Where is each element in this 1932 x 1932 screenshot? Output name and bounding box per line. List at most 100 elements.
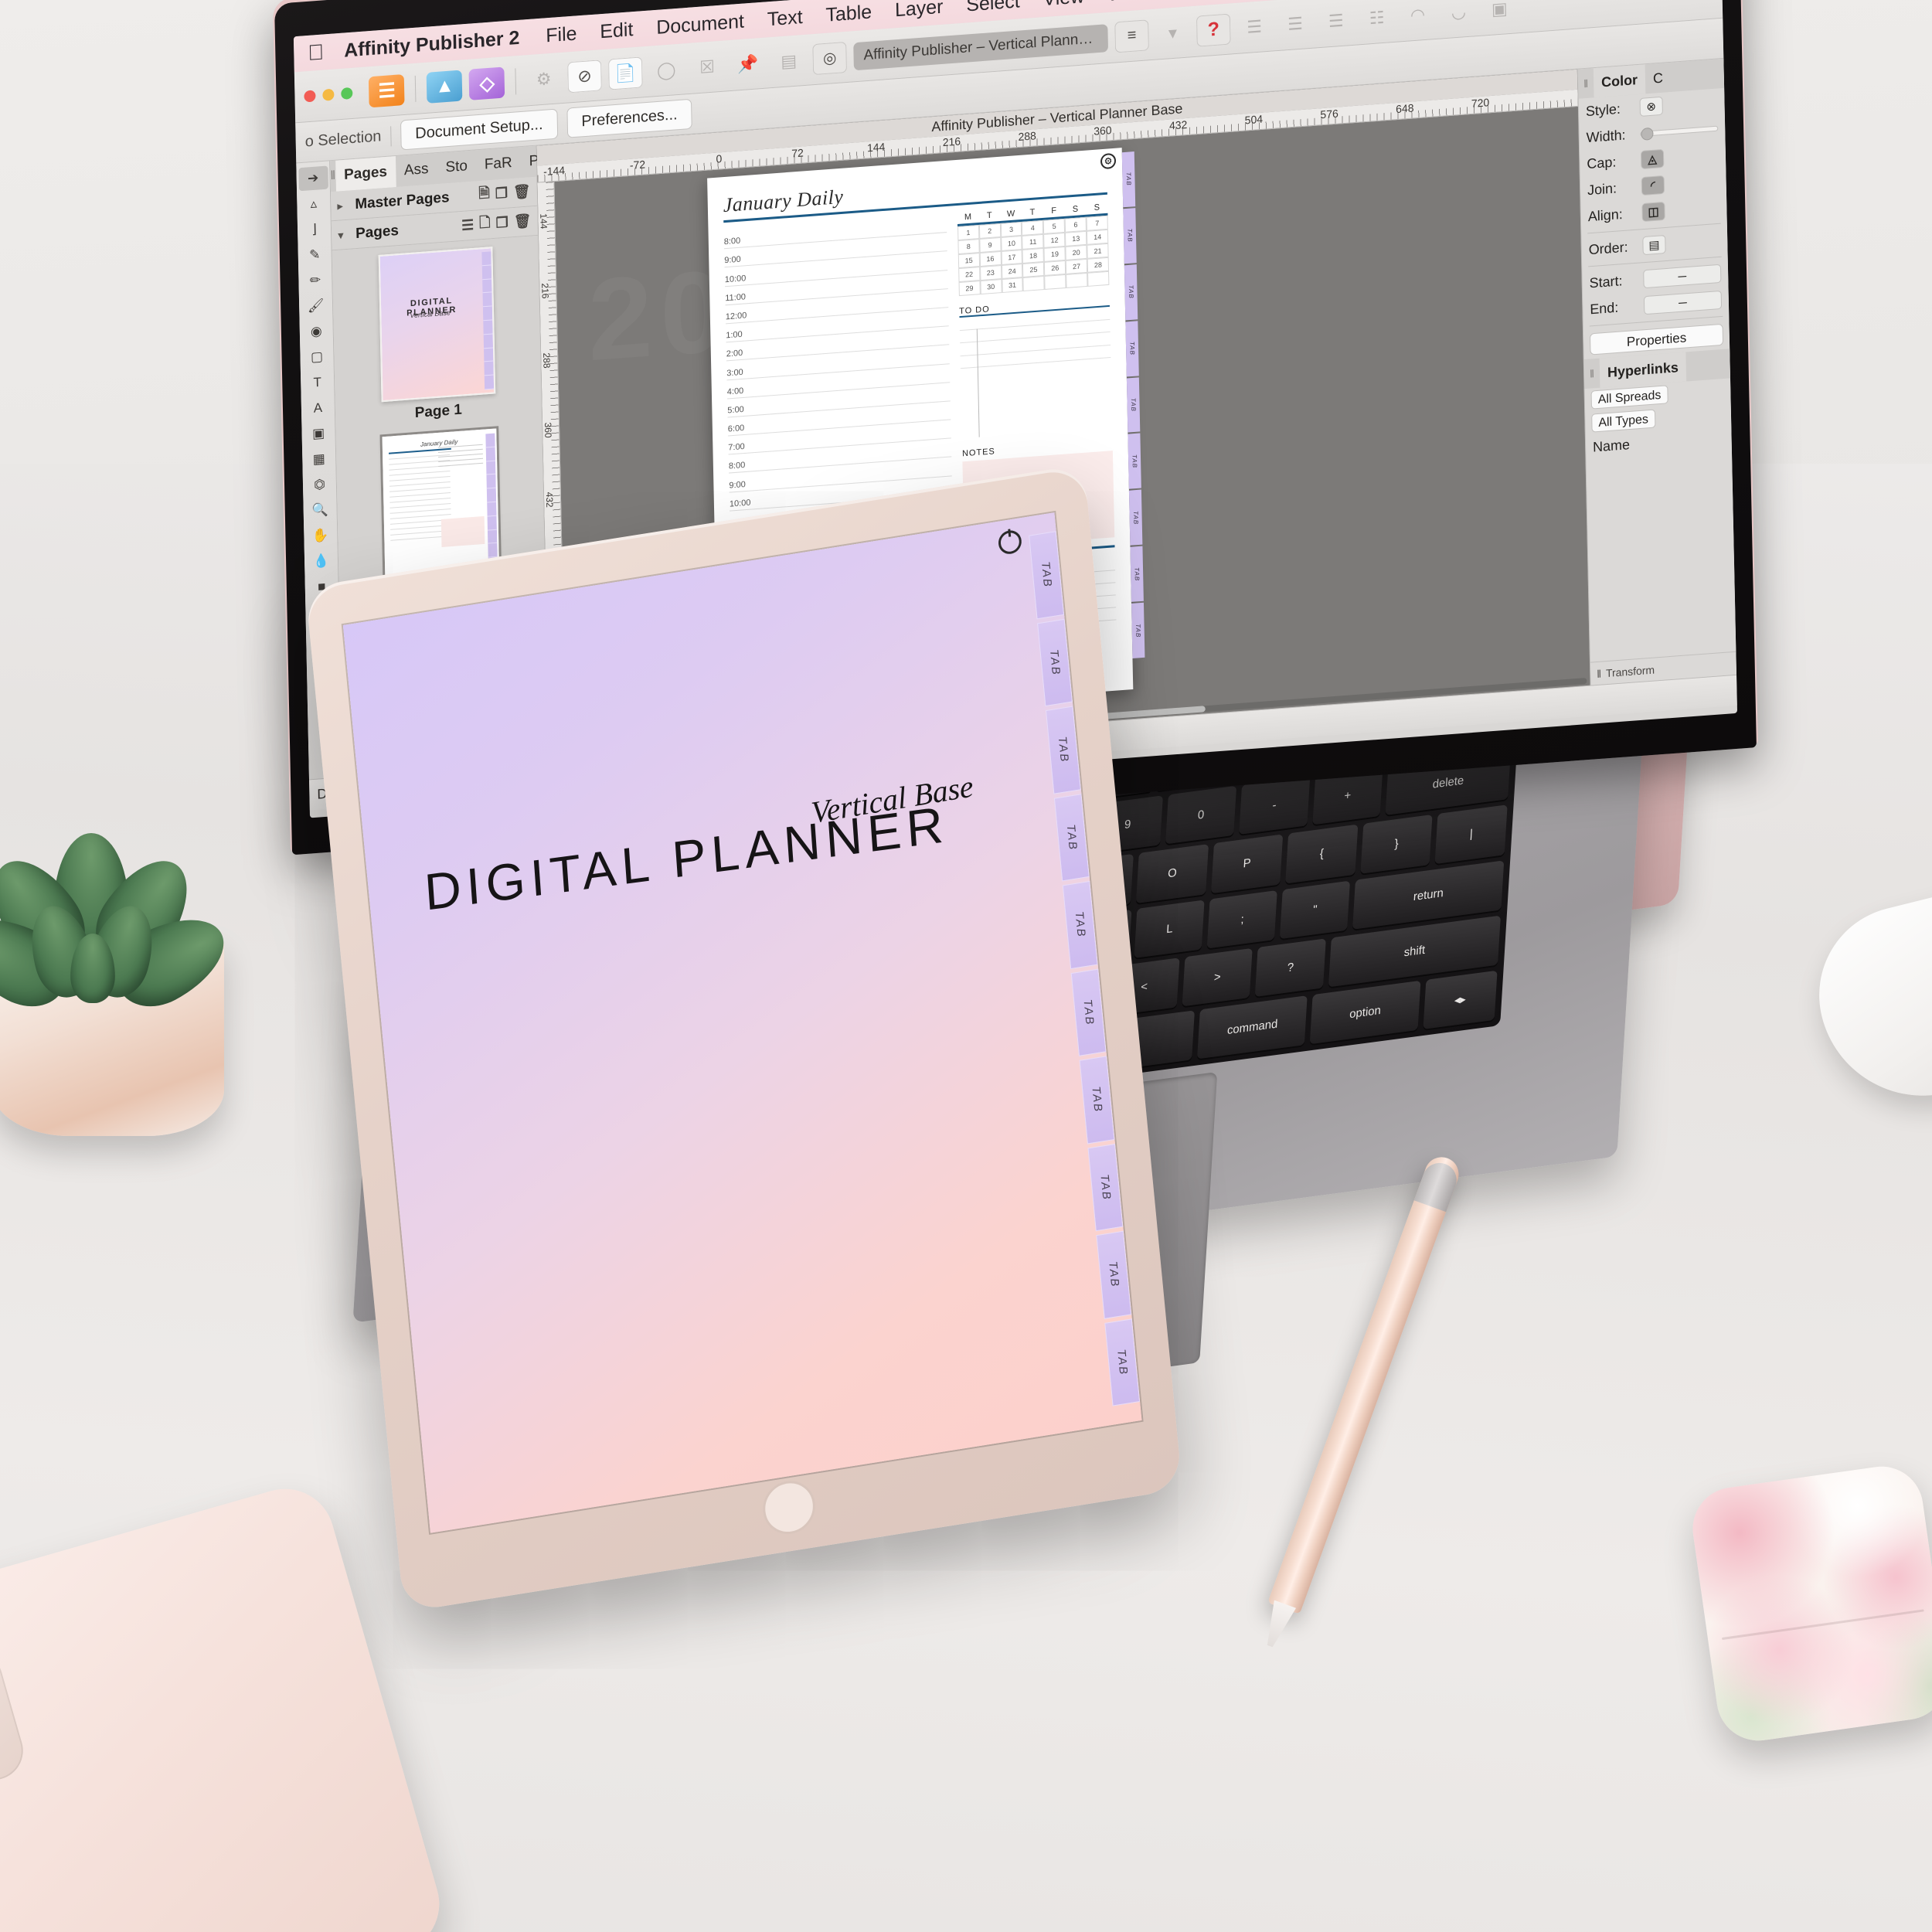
side-tab[interactable]: TAB — [1125, 320, 1139, 377]
ellipse-icon[interactable]: ◯ — [649, 53, 684, 87]
menu-view[interactable]: View — [1043, 0, 1084, 11]
node-tool[interactable]: ▵ — [299, 192, 329, 217]
ipad-tab[interactable]: TAB — [1087, 1143, 1124, 1232]
key-command-right[interactable]: command — [1197, 995, 1308, 1060]
picture-frame-tool[interactable]: ▣ — [304, 421, 334, 447]
menu-window[interactable]: Window — [1107, 0, 1176, 6]
ipad-tab[interactable]: TAB — [1053, 793, 1090, 882]
filter-all-spreads[interactable]: All Spreads — [1590, 385, 1668, 410]
stroke-order-icon[interactable]: ▤ — [1642, 234, 1666, 256]
side-tab[interactable]: TAB — [1130, 546, 1144, 602]
zoom-tool[interactable]: 🔍 — [305, 498, 335, 523]
tab-find-replace[interactable]: FaR — [475, 147, 521, 181]
corner-tool[interactable]: ⌋ — [299, 217, 329, 243]
tab-c[interactable]: C — [1645, 63, 1672, 94]
key-p[interactable]: P — [1210, 834, 1284, 893]
gear-icon[interactable]: ⚙ — [526, 63, 561, 96]
butt-cap-icon[interactable]: ◬ — [1640, 148, 1665, 170]
menu-edit[interactable]: Edit — [600, 19, 634, 43]
tab-color[interactable]: Color — [1593, 64, 1646, 98]
color-picker-tool[interactable]: 💧 — [306, 549, 336, 574]
page-1-thumbnail[interactable]: DIGITAL PLANNER Vertical Base — [378, 247, 495, 403]
width-slider[interactable] — [1640, 125, 1719, 141]
side-tab[interactable]: TAB — [1128, 489, 1143, 546]
right-panel-stack[interactable]: ‖ Color C Style: ⊗ Width: Cap: ◬ Join: ◜… — [1577, 58, 1737, 685]
shape-tool[interactable]: ▢ — [302, 345, 332, 370]
fill-tool[interactable]: ◉ — [301, 319, 332, 345]
menu-layer[interactable]: Layer — [895, 0, 944, 22]
line-end-icon[interactable]: ─ — [1643, 290, 1723, 315]
move-tool[interactable]: ➔ — [298, 165, 328, 192]
pencil-tool[interactable]: ✏ — [301, 268, 331, 294]
key-backslash[interactable]: | — [1434, 804, 1508, 864]
x-box-icon[interactable]: ☒ — [690, 50, 725, 83]
key-0[interactable]: 0 — [1165, 785, 1237, 845]
no-style-icon[interactable]: ⊘ — [567, 59, 602, 93]
minimize-window-button[interactable] — [322, 88, 335, 101]
ipad-tab[interactable]: TAB — [1062, 880, 1098, 969]
panel-grip-icon-2[interactable]: ‖ — [1584, 367, 1600, 380]
menu-table[interactable]: Table — [825, 1, 872, 26]
key-lbracket[interactable]: { — [1285, 825, 1359, 884]
distribute-icon[interactable]: ☷ — [1359, 1, 1394, 34]
alert-icon[interactable]: ? — [1196, 12, 1231, 47]
preferences-button[interactable]: Preferences... — [566, 98, 692, 138]
align-left-icon[interactable]: ☰ — [1237, 10, 1272, 43]
ipad-screen[interactable]: DIGITAL PLANNER Vertical Base TAB TAB TA… — [342, 512, 1142, 1533]
no-stroke-icon[interactable]: ⊗ — [1639, 96, 1663, 117]
key-quote[interactable]: " — [1280, 880, 1351, 939]
preflight-icon[interactable]: ◎ — [812, 41, 848, 75]
text-frame-icon[interactable]: ≡ — [1114, 19, 1149, 53]
side-tab[interactable]: TAB — [1123, 207, 1137, 264]
delete-page-icon[interactable]: 🗑 — [513, 213, 531, 230]
gear-icon[interactable]: ⚙ — [1100, 152, 1117, 170]
duplicate-icon[interactable]: ❐ — [495, 185, 509, 202]
table-tool[interactable]: ▦ — [304, 447, 335, 472]
side-tab[interactable]: TAB — [1131, 602, 1145, 658]
persona-photo-button[interactable]: ▲ — [426, 69, 463, 104]
home-button[interactable] — [760, 1477, 818, 1538]
panel-grip-icon[interactable]: ‖ — [1578, 77, 1594, 90]
align-inside-icon[interactable]: ◫ — [1641, 201, 1665, 223]
key-minus[interactable]: - — [1239, 776, 1310, 835]
flip-h-icon[interactable]: ◠ — [1400, 0, 1435, 32]
key-l[interactable]: L — [1134, 899, 1206, 958]
ipad-tab[interactable]: TAB — [1037, 618, 1073, 707]
crop-tool[interactable]: ⏣ — [304, 472, 335, 498]
align-right-icon[interactable]: ☰ — [1319, 4, 1354, 37]
pen-tool[interactable]: ✎ — [300, 243, 330, 268]
page-icon[interactable]: 📄 — [607, 56, 643, 90]
chevron-right-icon[interactable]: ▸ — [337, 198, 349, 213]
menu-text[interactable]: Text — [767, 5, 803, 30]
tab-assets[interactable]: Ass — [396, 153, 437, 187]
window-traffic-lights[interactable] — [304, 87, 353, 103]
menu-select[interactable]: Select — [966, 0, 1020, 16]
add-page-icon[interactable]: 🗋 — [479, 213, 491, 236]
side-tab[interactable]: TAB — [1121, 151, 1136, 208]
tab-stock[interactable]: Sto — [437, 150, 476, 184]
key-option-right[interactable]: option — [1310, 980, 1421, 1045]
menubar-app-name[interactable]: Affinity Publisher 2 — [344, 26, 520, 62]
artistic-text-tool[interactable]: A — [303, 396, 333, 421]
trash-icon[interactable]: 🗑 — [513, 183, 531, 201]
close-window-button[interactable] — [304, 90, 316, 103]
group-icon[interactable]: ▣ — [1482, 0, 1517, 26]
side-tab[interactable]: TAB — [1128, 433, 1141, 490]
persona-publisher-button[interactable]: ☰ — [368, 73, 405, 107]
ipad-tab[interactable]: TAB — [1096, 1230, 1132, 1319]
panel-grip-icon-3[interactable]: ‖ — [1597, 667, 1601, 679]
line-start-icon[interactable]: ─ — [1643, 264, 1722, 289]
key-rbracket[interactable]: } — [1360, 815, 1433, 874]
chevron-down-icon[interactable]: ▾ — [1155, 16, 1190, 49]
key-slash[interactable]: ? — [1255, 938, 1326, 997]
filter-all-types[interactable]: All Types — [1591, 409, 1656, 433]
ipad-tab[interactable]: TAB — [1029, 531, 1065, 619]
planner-side-tabs[interactable]: TAB TAB TAB TAB TAB TAB TAB TAB TAB — [1121, 151, 1145, 658]
zoom-window-button[interactable] — [341, 87, 353, 100]
gear-icon[interactable] — [997, 529, 1023, 556]
chevron-down-icon[interactable]: ▾ — [338, 227, 350, 243]
side-tab[interactable]: TAB — [1124, 264, 1138, 321]
apple-logo-icon[interactable]:  — [308, 39, 325, 65]
menu-document[interactable]: Document — [656, 10, 744, 39]
align-center-icon[interactable]: ☰ — [1278, 7, 1313, 40]
